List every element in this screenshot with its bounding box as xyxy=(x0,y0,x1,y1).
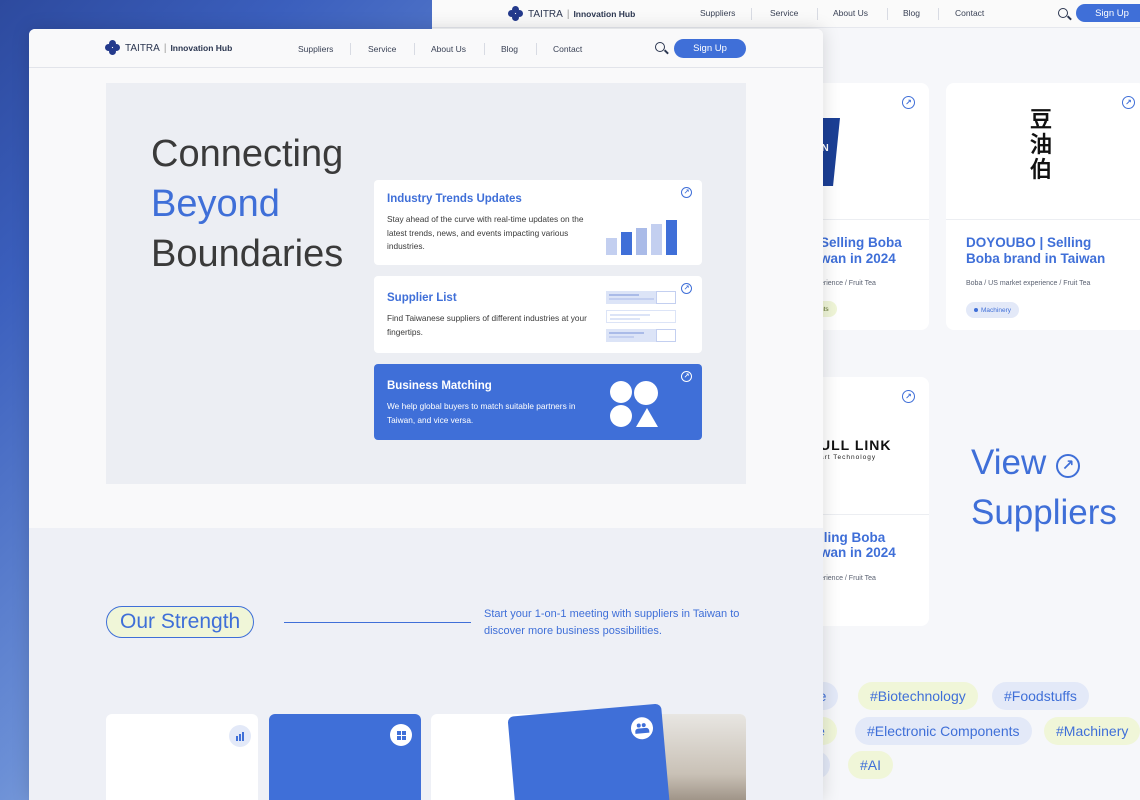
logo-subtext: art Technology xyxy=(820,454,877,461)
back-nav-suppliers[interactable]: Suppliers xyxy=(700,8,735,18)
office-photo xyxy=(656,714,746,800)
nav-separator xyxy=(817,8,818,20)
category-pill[interactable]: #Foodstuffs xyxy=(992,682,1089,710)
foreground-window: TAITRA | Innovation Hub Suppliers Servic… xyxy=(29,29,823,800)
open-arrow-icon[interactable]: ↗ xyxy=(1122,96,1135,109)
category-pill[interactable]: #Electronic Components xyxy=(855,717,1032,745)
card-subtitle: Boba / US market experience / Fruit Tea xyxy=(966,280,1091,287)
grid-icon xyxy=(390,724,412,746)
list-illustration xyxy=(606,291,676,343)
card-tag: Machinery xyxy=(966,302,1019,318)
service-card-matching[interactable]: Business Matching We help global buyers … xyxy=(374,364,702,440)
nav-separator xyxy=(887,8,888,20)
logo[interactable]: TAITRA | Innovation Hub xyxy=(105,40,232,56)
nav-about-us[interactable]: About Us xyxy=(431,44,466,54)
card-title: wan in 2024 xyxy=(820,251,896,266)
tag-label: Machinery xyxy=(981,306,1011,314)
strength-card[interactable] xyxy=(269,714,421,800)
nav-separator xyxy=(536,43,537,55)
category-pill[interactable]: #Biotechnology xyxy=(858,682,978,710)
service-card-suppliers[interactable]: Supplier List Find Taiwanese suppliers o… xyxy=(374,276,702,353)
brand-name: TAITRA xyxy=(125,42,160,54)
arrow-circle-icon: ↗ xyxy=(1055,454,1080,478)
nav-separator xyxy=(484,43,485,55)
suppliers-label: Suppliers xyxy=(971,493,1117,532)
back-logo[interactable]: TAITRA | Innovation Hub xyxy=(508,6,635,22)
view-label: View xyxy=(971,443,1047,482)
strength-card[interactable] xyxy=(106,714,258,800)
card-title: DOYOUBO | Selling xyxy=(966,235,1092,250)
hero-line-2: Beyond xyxy=(151,183,280,225)
open-arrow-icon[interactable]: ↗ xyxy=(902,96,915,109)
back-nav-blog[interactable]: Blog xyxy=(903,8,920,18)
hub-name: Innovation Hub xyxy=(170,43,233,53)
card-title: lling Boba xyxy=(820,530,886,545)
strength-section: Our Strength Start your 1-on-1 meeting w… xyxy=(29,528,823,800)
nav-service[interactable]: Service xyxy=(368,44,396,54)
service-title: Supplier List xyxy=(387,292,457,304)
category-pill[interactable]: #Machinery xyxy=(1044,717,1140,745)
back-navbar: TAITRA | Innovation Hub Suppliers Servic… xyxy=(432,0,1140,28)
bar-chart-illustration xyxy=(606,220,678,255)
open-arrow-icon[interactable]: ↗ xyxy=(681,371,692,382)
nav-contact[interactable]: Contact xyxy=(553,44,582,54)
service-desc: Stay ahead of the curve with real-time u… xyxy=(387,214,584,251)
service-card-trends[interactable]: Industry Trends Updates Stay ahead of th… xyxy=(374,180,702,265)
strength-card-tilted[interactable] xyxy=(507,703,671,800)
service-title: Business Matching xyxy=(387,380,492,392)
back-nav-contact[interactable]: Contact xyxy=(955,8,984,18)
card-title: wan in 2024 xyxy=(820,545,896,560)
category-pill[interactable]: #AI xyxy=(848,751,894,779)
users-icon xyxy=(630,716,654,741)
open-arrow-icon[interactable]: ↗ xyxy=(681,283,692,294)
open-arrow-icon[interactable]: ↗ xyxy=(902,390,915,403)
dot-icon xyxy=(974,308,978,312)
taitra-logo-icon xyxy=(508,6,524,22)
taitra-logo-icon xyxy=(105,40,121,56)
hero-section: Connecting Beyond Boundaries Industry Tr… xyxy=(106,83,746,484)
brand-name: TAITRA xyxy=(528,8,563,20)
chart-icon xyxy=(229,725,251,747)
supplier-card[interactable]: 豆油伯 ↗ DOYOUBO | Selling Boba brand in Ta… xyxy=(946,83,1140,330)
service-desc: Find Taiwanese suppliers of different in… xyxy=(387,313,587,337)
service-title: Industry Trends Updates xyxy=(387,193,522,205)
nav-separator xyxy=(751,8,752,20)
strength-title: Our Strength xyxy=(106,606,255,638)
shapes-illustration xyxy=(610,381,660,429)
nav-suppliers[interactable]: Suppliers xyxy=(298,44,333,54)
doyoubo-logo: 豆油伯 xyxy=(1030,107,1053,183)
nav-blog[interactable]: Blog xyxy=(501,44,518,54)
card-title: Boba brand in Taiwan xyxy=(966,251,1106,266)
back-nav-service[interactable]: Service xyxy=(770,8,798,18)
search-icon[interactable] xyxy=(1058,8,1068,18)
navbar: TAITRA | Innovation Hub Suppliers Servic… xyxy=(29,29,823,68)
hub-name: Innovation Hub xyxy=(573,9,636,19)
search-icon[interactable] xyxy=(655,42,665,52)
full-link-logo: ULL LINK xyxy=(820,437,892,453)
view-suppliers-link[interactable]: View ↗ Suppliers xyxy=(971,438,1117,538)
back-signup-button[interactable]: Sign Up xyxy=(1076,4,1140,22)
signup-button[interactable]: Sign Up xyxy=(674,39,746,58)
card-title: Selling Boba xyxy=(820,235,902,250)
card-subtitle: erience / Fruit Tea xyxy=(820,575,876,582)
open-arrow-icon[interactable]: ↗ xyxy=(681,187,692,198)
back-nav-about[interactable]: About Us xyxy=(833,8,868,18)
nav-separator xyxy=(938,8,939,20)
nav-separator xyxy=(414,43,415,55)
hero-line-3: Boundaries xyxy=(151,233,344,275)
service-desc: We help global buyers to match suitable … xyxy=(387,401,576,425)
strength-desc: Start your 1-on-1 meeting with suppliers… xyxy=(484,608,740,637)
card-subtitle: erience / Fruit Tea xyxy=(820,280,876,287)
hero-line-1: Connecting xyxy=(151,133,344,175)
nav-separator xyxy=(350,43,351,55)
card-logo-area: 豆油伯 xyxy=(946,83,1140,220)
divider-line xyxy=(284,622,471,623)
